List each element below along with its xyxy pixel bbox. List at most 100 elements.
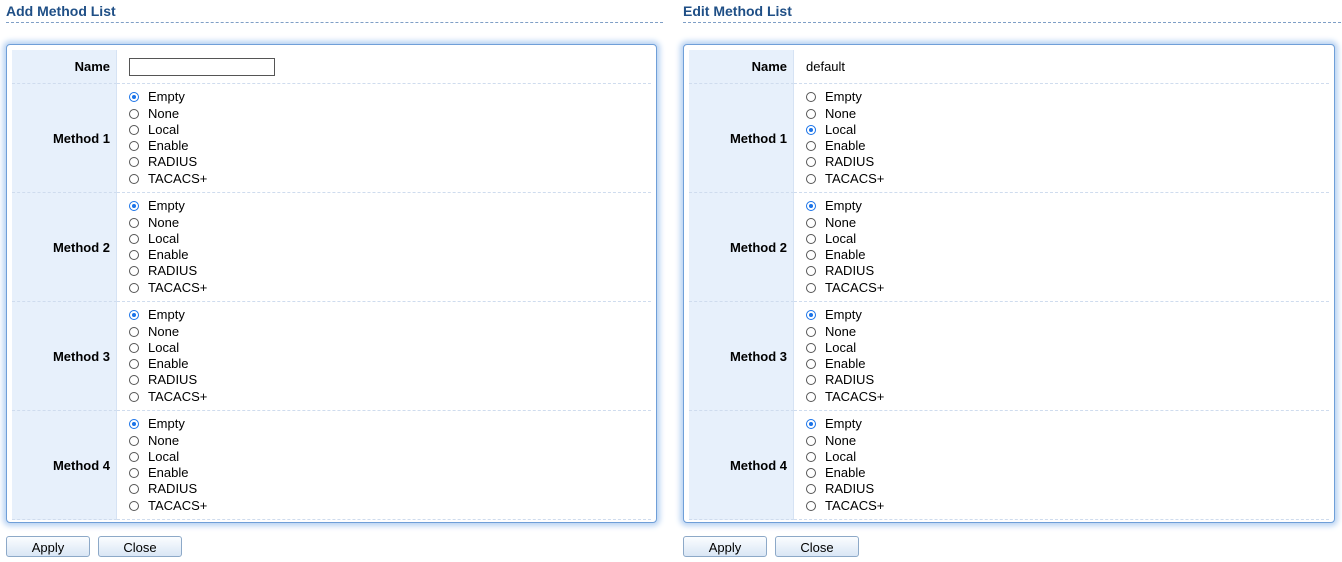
radio-option[interactable]: Local xyxy=(129,122,651,138)
radio-option[interactable]: TACACS+ xyxy=(806,280,1329,296)
radio-button[interactable] xyxy=(129,157,139,168)
radio-button[interactable] xyxy=(806,451,816,462)
radio-button[interactable] xyxy=(129,375,139,386)
radio-option[interactable]: RADIUS xyxy=(129,372,651,388)
radio-option[interactable]: Empty xyxy=(129,198,651,214)
radio-option[interactable]: TACACS+ xyxy=(129,389,651,405)
radio-button[interactable] xyxy=(129,326,139,337)
radio-option[interactable]: Empty xyxy=(129,89,651,105)
radio-button[interactable] xyxy=(806,92,816,103)
radio-option[interactable]: Enable xyxy=(806,465,1329,481)
radio-button[interactable] xyxy=(129,233,139,244)
add-name-input[interactable] xyxy=(129,57,275,76)
radio-button[interactable] xyxy=(129,201,139,212)
radio-option[interactable]: RADIUS xyxy=(129,154,651,170)
radio-option[interactable]: RADIUS xyxy=(129,481,651,497)
radio-button[interactable] xyxy=(806,173,816,184)
radio-button[interactable] xyxy=(129,282,139,293)
radio-option[interactable]: TACACS+ xyxy=(129,280,651,296)
radio-option[interactable]: RADIUS xyxy=(806,481,1329,497)
radio-button[interactable] xyxy=(129,451,139,462)
radio-button[interactable] xyxy=(806,157,816,168)
radio-option[interactable]: Local xyxy=(806,340,1329,356)
radio-button[interactable] xyxy=(129,141,139,152)
radio-button[interactable] xyxy=(806,342,816,353)
radio-button[interactable] xyxy=(129,108,139,119)
radio-option[interactable]: RADIUS xyxy=(806,154,1329,170)
radio-option[interactable]: Enable xyxy=(129,356,651,372)
radio-button[interactable] xyxy=(129,342,139,353)
radio-option[interactable]: TACACS+ xyxy=(129,498,651,514)
radio-button[interactable] xyxy=(129,173,139,184)
radio-button[interactable] xyxy=(129,435,139,446)
radio-button[interactable] xyxy=(806,201,816,212)
radio-button[interactable] xyxy=(129,468,139,479)
radio-button[interactable] xyxy=(806,435,816,446)
radio-option[interactable]: None xyxy=(129,323,651,339)
radio-option[interactable]: RADIUS xyxy=(806,263,1329,279)
radio-button[interactable] xyxy=(806,500,816,511)
radio-button[interactable] xyxy=(806,310,816,321)
apply-button[interactable]: Apply xyxy=(683,536,767,557)
radio-button[interactable] xyxy=(806,419,816,430)
radio-button[interactable] xyxy=(806,282,816,293)
radio-button[interactable] xyxy=(806,391,816,402)
radio-option[interactable]: Empty xyxy=(806,307,1329,323)
radio-button[interactable] xyxy=(129,310,139,321)
radio-button[interactable] xyxy=(806,375,816,386)
radio-button[interactable] xyxy=(129,217,139,228)
apply-button[interactable]: Apply xyxy=(6,536,90,557)
radio-option[interactable]: None xyxy=(806,323,1329,339)
radio-option[interactable]: None xyxy=(129,432,651,448)
radio-button[interactable] xyxy=(129,391,139,402)
radio-option[interactable]: Enable xyxy=(806,138,1329,154)
radio-button[interactable] xyxy=(806,233,816,244)
radio-option[interactable]: Local xyxy=(129,340,651,356)
radio-option[interactable]: Enable xyxy=(129,247,651,263)
radio-option[interactable]: Empty xyxy=(806,198,1329,214)
radio-option[interactable]: None xyxy=(806,105,1329,121)
radio-option[interactable]: None xyxy=(806,432,1329,448)
radio-button[interactable] xyxy=(806,108,816,119)
radio-button[interactable] xyxy=(129,484,139,495)
radio-option[interactable]: RADIUS xyxy=(806,372,1329,388)
radio-option[interactable]: None xyxy=(129,214,651,230)
radio-button[interactable] xyxy=(806,141,816,152)
radio-option[interactable]: None xyxy=(129,105,651,121)
radio-button[interactable] xyxy=(806,326,816,337)
radio-option[interactable]: None xyxy=(806,214,1329,230)
radio-button[interactable] xyxy=(129,419,139,430)
radio-button[interactable] xyxy=(129,124,139,135)
radio-button[interactable] xyxy=(806,124,816,135)
radio-button[interactable] xyxy=(806,359,816,370)
radio-button[interactable] xyxy=(806,266,816,277)
radio-button[interactable] xyxy=(806,250,816,261)
radio-button[interactable] xyxy=(806,484,816,495)
radio-option[interactable]: Empty xyxy=(129,416,651,432)
radio-button[interactable] xyxy=(129,92,139,103)
radio-option[interactable]: TACACS+ xyxy=(806,498,1329,514)
radio-option[interactable]: Local xyxy=(806,122,1329,138)
radio-option[interactable]: Enable xyxy=(806,356,1329,372)
radio-option[interactable]: Local xyxy=(806,231,1329,247)
radio-option[interactable]: Local xyxy=(806,449,1329,465)
radio-option[interactable]: Empty xyxy=(129,307,651,323)
radio-option[interactable]: Empty xyxy=(806,416,1329,432)
close-button[interactable]: Close xyxy=(775,536,859,557)
radio-button[interactable] xyxy=(806,468,816,479)
radio-option[interactable]: Enable xyxy=(129,138,651,154)
radio-option[interactable]: RADIUS xyxy=(129,263,651,279)
radio-button[interactable] xyxy=(806,217,816,228)
radio-button[interactable] xyxy=(129,266,139,277)
close-button[interactable]: Close xyxy=(98,536,182,557)
radio-option[interactable]: Enable xyxy=(806,247,1329,263)
radio-button[interactable] xyxy=(129,500,139,511)
radio-option[interactable]: Local xyxy=(129,449,651,465)
radio-option[interactable]: Empty xyxy=(806,89,1329,105)
radio-option[interactable]: Enable xyxy=(129,465,651,481)
radio-button[interactable] xyxy=(129,250,139,261)
radio-button[interactable] xyxy=(129,359,139,370)
radio-option[interactable]: TACACS+ xyxy=(806,389,1329,405)
radio-option[interactable]: TACACS+ xyxy=(129,171,651,187)
radio-option[interactable]: TACACS+ xyxy=(806,171,1329,187)
